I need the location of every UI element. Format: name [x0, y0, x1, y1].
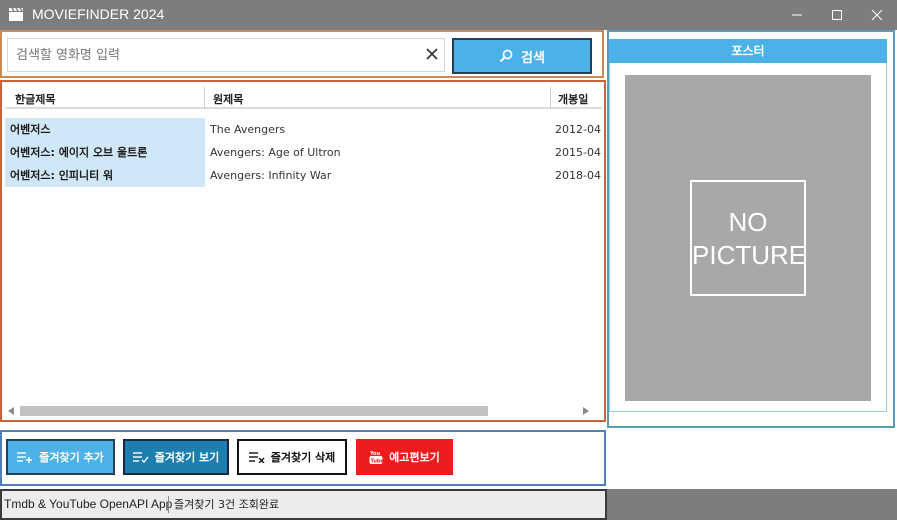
close-icon	[871, 9, 883, 21]
no-picture-line1: NO	[728, 207, 768, 237]
scrollbar-thumb[interactable]	[20, 406, 488, 416]
list-remove-icon	[248, 452, 265, 463]
poster-image: NO PICTURE	[625, 75, 871, 401]
column-separator[interactable]	[204, 87, 205, 109]
status-bar-content: Tmdb & YouTube OpenAPI App 즐겨찾기 3건 조회완료	[0, 489, 607, 520]
korean-title-cell: 어벤저스	[5, 118, 205, 141]
release-date-cell: 2012-04	[555, 123, 601, 136]
view-favorite-button[interactable]: 즐겨찾기 보기	[123, 439, 229, 475]
korean-title-cell: 어벤저스: 에이지 오브 울트론	[5, 141, 205, 164]
movie-list-panel: 한글제목 원제목 개봉일 어벤저스 The Avengers 2012-04 어…	[0, 80, 606, 422]
scroll-left-icon[interactable]	[8, 407, 14, 415]
korean-title-cell: 어벤저스: 인피니티 워	[5, 164, 205, 187]
minimize-icon	[792, 14, 802, 16]
search-button[interactable]: 검색	[452, 38, 592, 74]
column-header-release-date[interactable]: 개봉일	[558, 91, 588, 107]
no-picture-line2: PICTURE	[692, 240, 807, 270]
release-date-cell: 2015-04	[555, 146, 601, 159]
poster-area: NO PICTURE	[609, 63, 887, 412]
search-icon	[499, 49, 513, 63]
delete-favorite-label: 즐겨찾기 삭제	[270, 451, 336, 464]
list-check-icon	[132, 452, 149, 463]
maximize-button[interactable]	[817, 0, 857, 30]
column-separator[interactable]	[550, 87, 551, 109]
status-bar: Tmdb & YouTube OpenAPI App 즐겨찾기 3건 조회완료	[0, 489, 897, 520]
trailer-label: 예고편보기	[389, 451, 440, 464]
original-title-cell: Avengers: Age of Ultron	[210, 146, 341, 159]
favorites-button-panel: 즐겨찾기 추가 즐겨찾기 보기 즐겨찾기 삭제 You Tube 예고편보기	[0, 430, 606, 486]
search-panel: 검색	[0, 30, 604, 78]
original-title-cell: Avengers: Infinity War	[210, 169, 332, 182]
column-header-original-title[interactable]: 원제목	[213, 91, 243, 107]
close-button[interactable]	[857, 0, 897, 30]
add-favorite-label: 즐겨찾기 추가	[39, 451, 104, 464]
table-row[interactable]: 어벤저스: 인피니티 워 Avengers: Infinity War 2018…	[5, 164, 602, 187]
scroll-right-icon[interactable]	[583, 407, 589, 415]
column-header-korean-title[interactable]: 한글제목	[15, 91, 55, 107]
clapperboard-icon	[9, 7, 23, 21]
svg-text:Tube: Tube	[371, 458, 384, 464]
status-message: 즐겨찾기 3건 조회완료	[174, 498, 280, 511]
search-field	[7, 38, 445, 72]
release-date-cell: 2018-04	[555, 169, 601, 182]
youtube-icon: You Tube	[369, 451, 384, 464]
status-app-name: Tmdb & YouTube OpenAPI App	[4, 497, 173, 511]
clear-icon[interactable]	[425, 47, 439, 61]
trailer-button[interactable]: You Tube 예고편보기	[356, 439, 453, 475]
title-bar: MOVIEFINDER 2024	[0, 0, 897, 30]
table-body: 어벤저스 The Avengers 2012-04 어벤저스: 에이지 오브 울…	[5, 118, 602, 187]
search-input[interactable]	[8, 39, 418, 71]
maximize-icon	[832, 10, 842, 20]
poster-panel: 포스터 NO PICTURE	[607, 30, 895, 428]
minimize-button[interactable]	[777, 0, 817, 30]
table-row[interactable]: 어벤저스: 에이지 오브 울트론 Avengers: Age of Ultron…	[5, 141, 602, 164]
original-title-cell: The Avengers	[210, 123, 286, 136]
horizontal-scrollbar[interactable]	[5, 404, 602, 418]
add-favorite-button[interactable]: 즐겨찾기 추가	[6, 439, 115, 475]
view-favorite-label: 즐겨찾기 보기	[154, 451, 220, 464]
status-separator	[168, 496, 169, 513]
table-header: 한글제목 원제목 개봉일	[5, 87, 602, 109]
poster-header: 포스터	[609, 39, 887, 63]
no-picture-placeholder: NO PICTURE	[690, 180, 806, 296]
delete-favorite-button[interactable]: 즐겨찾기 삭제	[237, 439, 347, 475]
table-row[interactable]: 어벤저스 The Avengers 2012-04	[5, 118, 602, 141]
search-button-label: 검색	[521, 50, 545, 66]
window-title: MOVIEFINDER 2024	[32, 6, 165, 22]
list-add-icon	[17, 452, 33, 463]
